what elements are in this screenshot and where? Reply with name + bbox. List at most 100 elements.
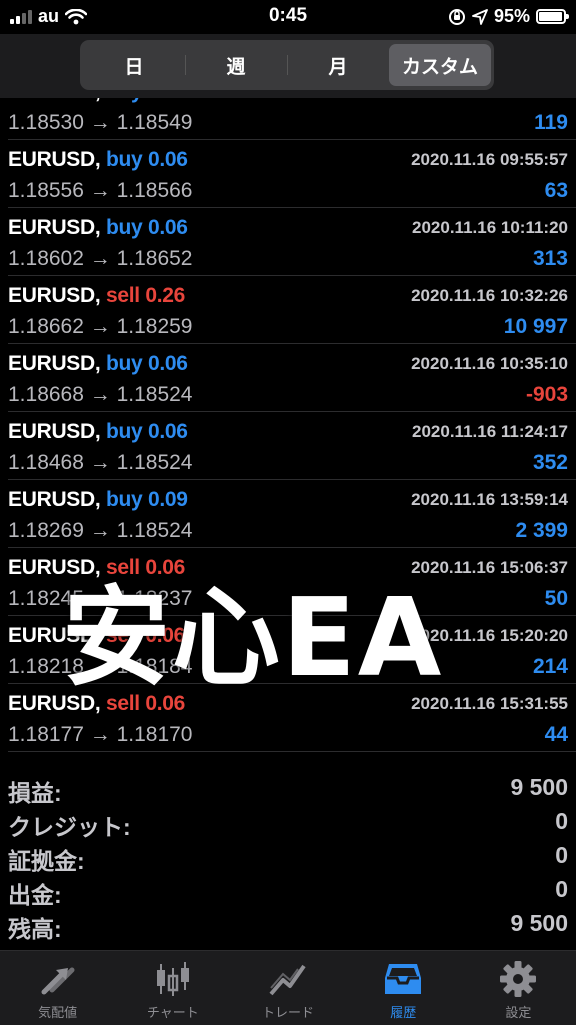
deal-prices: 1.18668 → 1.18524 xyxy=(8,383,193,406)
tab-quotes[interactable]: 気配値 xyxy=(0,951,115,1025)
summary-section: 損益: 9 500 クレジット: 0 証拠金: 0 出金: 0 残高: 9 500 xyxy=(8,772,568,942)
deal-lots: 0.09 xyxy=(147,488,188,511)
summary-label: 出金: xyxy=(8,882,62,908)
deal-side-label: buy xyxy=(106,98,143,103)
deal-side: buy 0.09 xyxy=(106,488,188,511)
summary-label: 証拠金: xyxy=(8,848,85,874)
deal-side: buy 0.06 xyxy=(106,420,188,443)
status-right: 95% xyxy=(448,6,569,27)
summary-value: 9 500 xyxy=(510,910,568,936)
deal-symbol-line: EURUSD, buy 0.06 xyxy=(8,98,188,104)
deal-row[interactable]: EURUSD, buy 0.06 1.18530 → 1.18549 119 xyxy=(8,98,576,140)
tab-custom[interactable]: カスタム xyxy=(389,44,491,86)
deal-prices: 1.18602 → 1.18652 xyxy=(8,247,193,270)
deal-symbol: EURUSD, xyxy=(8,488,101,511)
deal-profit: 63 xyxy=(544,179,568,202)
deal-symbol-line: EURUSD, buy 0.06 xyxy=(8,420,188,444)
deal-prices: 1.18177 → 1.18170 xyxy=(8,723,193,746)
candlestick-chart-icon xyxy=(151,959,195,999)
history-tray-icon xyxy=(381,959,425,999)
summary-row: クレジット: 0 xyxy=(8,806,568,840)
period-segmented-control: 日 週 月 カスタム xyxy=(80,40,494,90)
overlay-caption: 安心EA xyxy=(62,576,444,701)
status-bar: au 0:45 95% xyxy=(0,0,576,34)
deal-prices: 1.18468 → 1.18524 xyxy=(8,451,193,474)
tab-trade[interactable]: トレード xyxy=(230,951,345,1025)
summary-value: 0 xyxy=(555,876,568,902)
deal-symbol-line: EURUSD, buy 0.06 xyxy=(8,352,188,376)
orientation-lock-icon xyxy=(448,8,465,25)
gear-icon xyxy=(496,959,540,999)
deal-prices: 1.18556 → 1.18566 xyxy=(8,179,193,202)
deal-lots: 0.26 xyxy=(145,284,186,307)
deal-symbol-line: EURUSD, buy 0.06 xyxy=(8,216,188,240)
deal-time: 2020.11.16 09:55:57 xyxy=(411,150,568,169)
bottom-tab-bar: 気配値 チャート トレード 履歴 設定 xyxy=(0,950,576,1025)
deal-prices: 1.18269 → 1.18524 xyxy=(8,519,193,542)
deal-symbol: EURUSD, xyxy=(8,148,101,171)
deal-row[interactable]: EURUSD, buy 0.06 2020.11.16 11:24:17 1.184… xyxy=(8,412,576,480)
deal-side: sell 0.26 xyxy=(106,284,185,307)
deal-symbol-line: EURUSD, buy 0.06 xyxy=(8,148,188,172)
deal-side: buy 0.06 xyxy=(106,216,188,239)
summary-row: 出金: 0 xyxy=(8,874,568,908)
deal-time: 2020.11.16 13:59:14 xyxy=(411,490,568,509)
period-header: 日 週 月 カスタム xyxy=(0,34,576,98)
summary-value: 9 500 xyxy=(510,774,568,800)
deal-symbol: EURUSD, xyxy=(8,216,101,239)
deal-row[interactable]: EURUSD, buy 0.09 2020.11.16 13:59:14 1.182… xyxy=(8,480,576,548)
summary-label: 残高: xyxy=(8,916,62,942)
deal-time: 2020.11.16 11:24:17 xyxy=(412,422,568,441)
trade-line-icon xyxy=(266,959,310,999)
deal-symbol: EURUSD, xyxy=(8,284,101,307)
deal-side-label: sell xyxy=(105,284,140,307)
location-arrow-icon xyxy=(472,8,488,25)
tab-label: 履歴 xyxy=(390,1005,417,1020)
deal-side: buy 0.06 xyxy=(106,148,188,171)
deal-row[interactable]: EURUSD, buy 0.06 2020.11.16 09:55:57 1.185… xyxy=(8,140,576,208)
deal-lots: 0.06 xyxy=(147,352,188,375)
summary-value: 0 xyxy=(555,808,568,834)
deal-time: 2020.11.16 10:11:20 xyxy=(412,218,568,237)
summary-row: 損益: 9 500 xyxy=(8,772,568,806)
deal-symbol-line: EURUSD, sell 0.26 xyxy=(8,284,185,308)
deal-lots: 0.06 xyxy=(147,216,188,239)
battery-icon xyxy=(536,9,569,24)
summary-label: 損益: xyxy=(8,780,62,806)
deal-side-label: buy xyxy=(105,420,143,443)
tab-label: トレード xyxy=(262,1005,315,1020)
deal-profit: 44 xyxy=(544,723,568,746)
tab-history[interactable]: 履歴 xyxy=(346,951,461,1025)
deal-profit: 50 xyxy=(544,587,568,610)
summary-label: クレジット: xyxy=(8,814,131,840)
deal-prices: 1.18530 → 1.18549 xyxy=(8,111,193,134)
deal-side: buy 0.06 xyxy=(106,98,188,103)
deal-time: 2020.11.16 10:32:26 xyxy=(411,286,568,305)
deal-row[interactable]: EURUSD, buy 0.06 2020.11.16 10:11:20 1.186… xyxy=(8,208,576,276)
summary-row: 証拠金: 0 xyxy=(8,840,568,874)
battery-percent: 95% xyxy=(493,6,530,26)
tab-chart[interactable]: チャート xyxy=(115,951,230,1025)
deal-row[interactable]: EURUSD, sell 0.26 2020.11.16 10:32:26 1.18… xyxy=(8,276,576,344)
quotes-arrows-icon xyxy=(36,959,80,999)
tab-label: 気配値 xyxy=(38,1005,78,1020)
deal-lots: 0.06 xyxy=(147,148,188,171)
deal-profit: 214 xyxy=(532,655,568,678)
tab-label: チャート xyxy=(146,1005,199,1020)
deal-prices: 1.18662 → 1.18259 xyxy=(8,315,193,338)
deal-profit: 352 xyxy=(532,451,568,474)
deal-side-label: buy xyxy=(105,216,143,239)
tab-settings[interactable]: 設定 xyxy=(461,951,576,1025)
summary-row: 残高: 9 500 xyxy=(8,908,568,942)
deal-row[interactable]: EURUSD, buy 0.06 2020.11.16 10:35:10 1.186… xyxy=(8,344,576,412)
deal-symbol-line: EURUSD, buy 0.09 xyxy=(8,488,188,512)
deal-profit: 119 xyxy=(534,111,568,134)
deal-symbol: EURUSD, xyxy=(8,420,101,443)
deal-symbol: EURUSD, xyxy=(8,352,101,375)
tab-day[interactable]: 日 xyxy=(83,44,185,86)
tab-week[interactable]: 週 xyxy=(185,44,287,86)
deal-symbol: EURUSD, xyxy=(8,98,101,103)
tab-month[interactable]: 月 xyxy=(287,44,389,86)
deal-profit: 313 xyxy=(532,247,568,270)
deal-time: 2020.11.16 15:06:37 xyxy=(411,558,568,577)
